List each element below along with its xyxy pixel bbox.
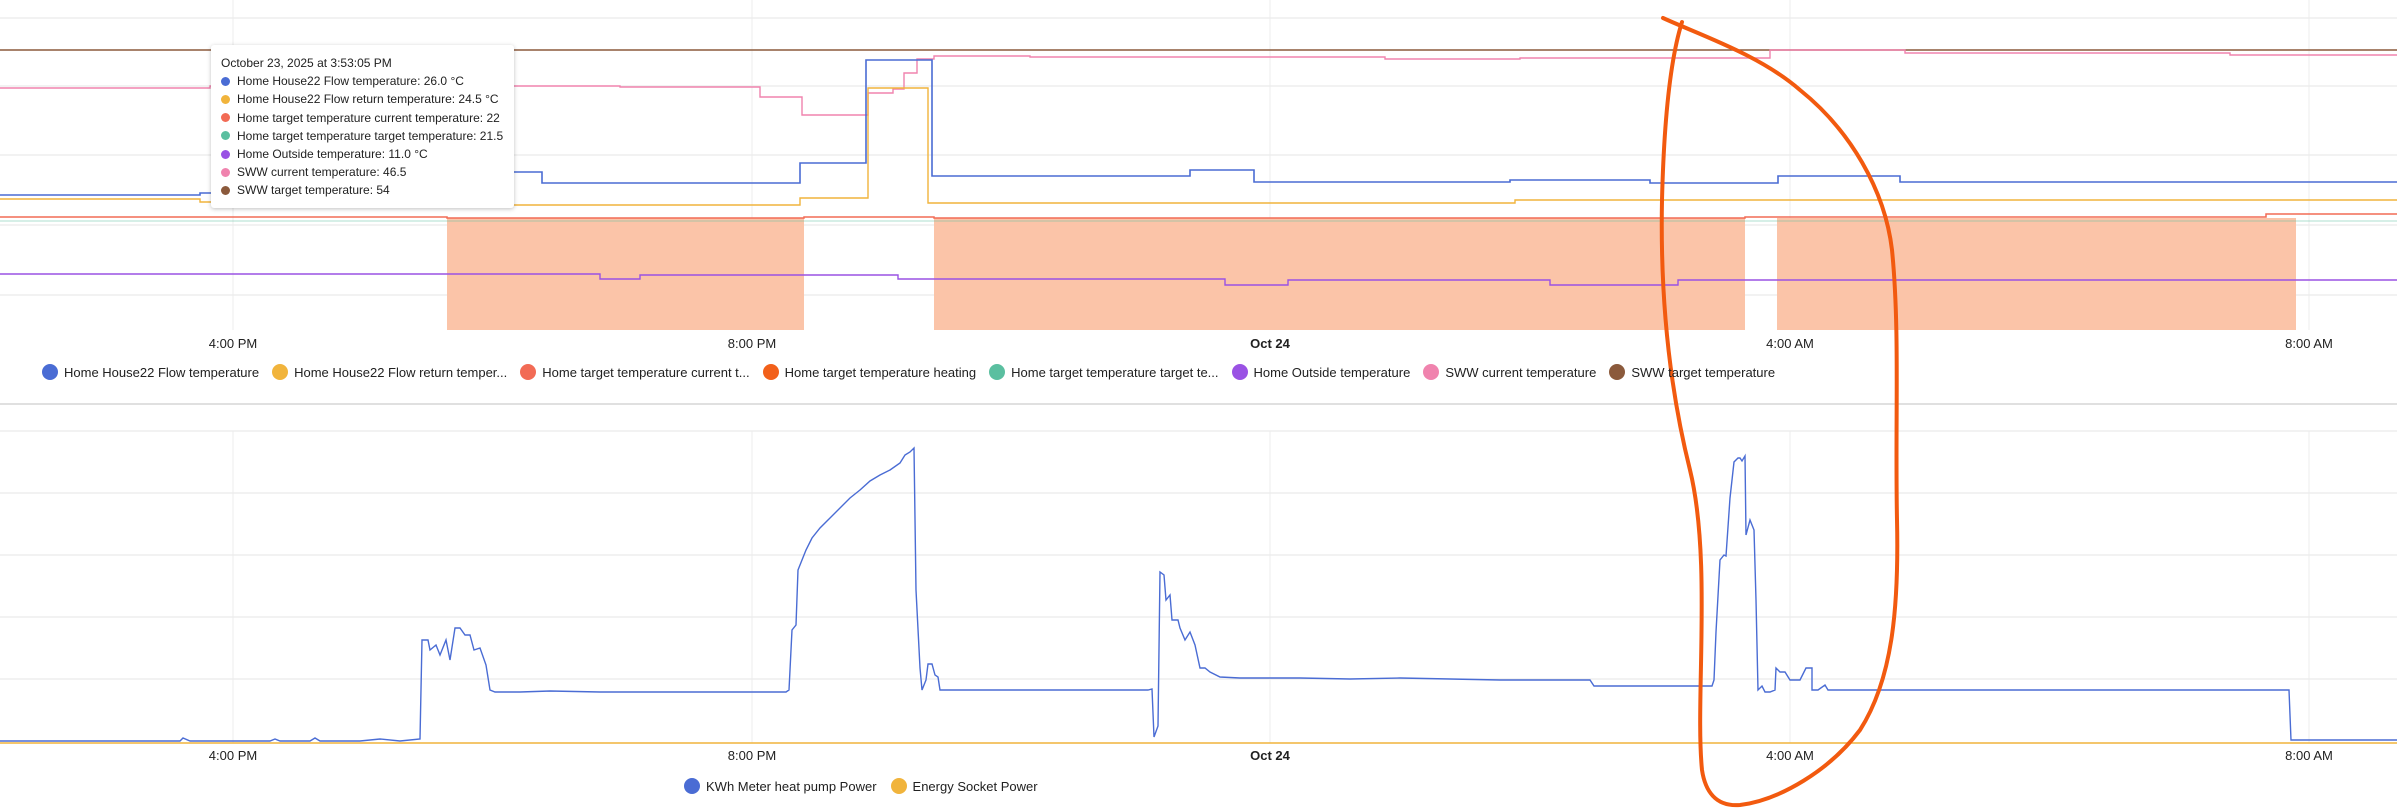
legend-item-target-current[interactable]: Home target temperature current t... (520, 364, 750, 380)
series-target-current (0, 213, 2397, 219)
bottom-x-tick: 4:00 AM (1766, 748, 1814, 763)
tooltip-dot (221, 95, 230, 104)
tooltip-row: Home House22 Flow temperature: 26.0 °C (221, 72, 504, 90)
heating-bands (447, 218, 2296, 330)
top-x-tick: 4:00 AM (1766, 336, 1814, 351)
tooltip-dot (221, 149, 230, 159)
chart-tooltip: October 23, 2025 at 3:53:05 PM Home Hous… (211, 45, 514, 208)
top-x-tick: 4:00 PM (209, 336, 257, 351)
tooltip-text: Home House22 Flow temperature: 26.0 °C (237, 74, 464, 89)
legend-dot (890, 778, 907, 794)
legend-label: Home Outside temperature (1253, 364, 1411, 380)
legend-label: SWW target temperature (1631, 364, 1776, 380)
legend-item-outside[interactable]: Home Outside temperature (1231, 364, 1411, 380)
legend-dot (272, 364, 289, 380)
legend-label: Home House22 Flow return temper... (294, 364, 508, 380)
top-x-axis: 4:00 PM 8:00 PM Oct 24 4:00 AM 8:00 AM (209, 336, 2333, 351)
legend-dot (1231, 364, 1248, 380)
tooltip-text: Home Outside temperature: 11.0 °C (237, 147, 428, 162)
top-x-tick: 8:00 AM (2285, 336, 2333, 351)
top-legend: Home House22 Flow temperature Home House… (42, 364, 1788, 380)
annotation-freehand-loop (1659, 16, 1900, 808)
legend-dot (1423, 364, 1440, 380)
bottom-x-tick: 8:00 PM (728, 748, 776, 763)
tooltip-text: SWW target temperature: 54 (237, 183, 390, 198)
tooltip-row: Home Outside temperature: 11.0 °C (221, 145, 504, 163)
bottom-x-axis: 4:00 PM 8:00 PM Oct 24 4:00 AM 8:00 AM (209, 748, 2333, 763)
legend-label: Home target temperature heating (784, 364, 977, 380)
legend-dot (684, 778, 700, 794)
heating-band (934, 218, 1745, 330)
legend-item-sww-current[interactable]: SWW current temperature (1423, 364, 1596, 380)
legend-item-flow[interactable]: Home House22 Flow temperature (42, 364, 259, 380)
legend-dot (1609, 364, 1626, 380)
tooltip-row: SWW target temperature: 54 (221, 181, 504, 199)
legend-label: Home target temperature target te... (1011, 364, 1219, 380)
bottom-x-tick: Oct 24 (1250, 748, 1291, 763)
tooltip-text: SWW current temperature: 46.5 (237, 165, 407, 180)
tooltip-row: Home target temperature target temperatu… (221, 127, 504, 145)
legend-label: Energy Socket Power (912, 778, 1038, 794)
legend-label: Home target temperature current t... (542, 364, 750, 380)
legend-label: SWW current temperature (1445, 364, 1597, 380)
tooltip-dot (221, 131, 230, 141)
legend-dot (762, 364, 779, 380)
tooltip-row: SWW current temperature: 46.5 (221, 163, 504, 181)
legend-item-heatpump-power[interactable]: KWh Meter heat pump Power (684, 778, 877, 794)
tooltip-row: Home House22 Flow return temperature: 24… (221, 90, 504, 108)
tooltip-row: Home target temperature current temperat… (221, 109, 504, 127)
legend-dot (520, 364, 537, 380)
legend-item-energy-socket[interactable]: Energy Socket Power (890, 778, 1038, 794)
legend-dot (989, 364, 1006, 380)
legend-dot (42, 364, 58, 380)
legend-item-target-target[interactable]: Home target temperature target te... (989, 364, 1219, 380)
tooltip-dot (221, 76, 230, 86)
legend-item-heating[interactable]: Home target temperature heating (762, 364, 977, 380)
bottom-chart[interactable]: 4:00 PM 8:00 PM Oct 24 4:00 AM 8:00 AM (0, 430, 2397, 763)
tooltip-title: October 23, 2025 at 3:53:05 PM (221, 56, 392, 70)
bottom-gridlines (0, 430, 2397, 680)
legend-label: Home House22 Flow temperature (64, 364, 260, 380)
heating-band (1777, 218, 2296, 330)
legend-label: KWh Meter heat pump Power (706, 778, 877, 794)
tooltip-text: Home target temperature current temperat… (237, 110, 500, 125)
tooltip-dot (221, 186, 230, 196)
tooltip-text: Home House22 Flow return temperature: 24… (237, 92, 499, 107)
legend-item-flow-return[interactable]: Home House22 Flow return temper... (272, 364, 507, 380)
bottom-x-tick: 8:00 AM (2285, 748, 2333, 763)
tooltip-dot (221, 113, 230, 123)
bottom-vertical-gridlines (232, 431, 2310, 743)
tooltip-text: Home target temperature target temperatu… (237, 128, 504, 143)
series-heatpump-power (0, 446, 2397, 742)
top-x-tick: 8:00 PM (728, 336, 776, 351)
bottom-x-tick: 4:00 PM (209, 748, 257, 763)
tooltip-dot (221, 167, 230, 177)
legend-item-sww-target[interactable]: SWW target temperature (1609, 364, 1775, 380)
top-x-tick: Oct 24 (1250, 336, 1291, 351)
bottom-legend: KWh Meter heat pump Power Energy Socket … (684, 778, 1052, 794)
